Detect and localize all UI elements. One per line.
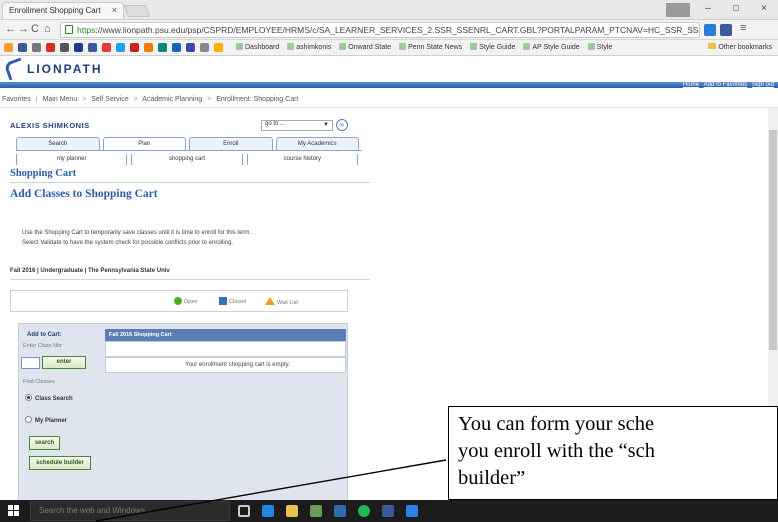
- annotation-callout: You can form your sche you enroll with t…: [448, 406, 778, 500]
- callout-pointer-line: [95, 459, 447, 522]
